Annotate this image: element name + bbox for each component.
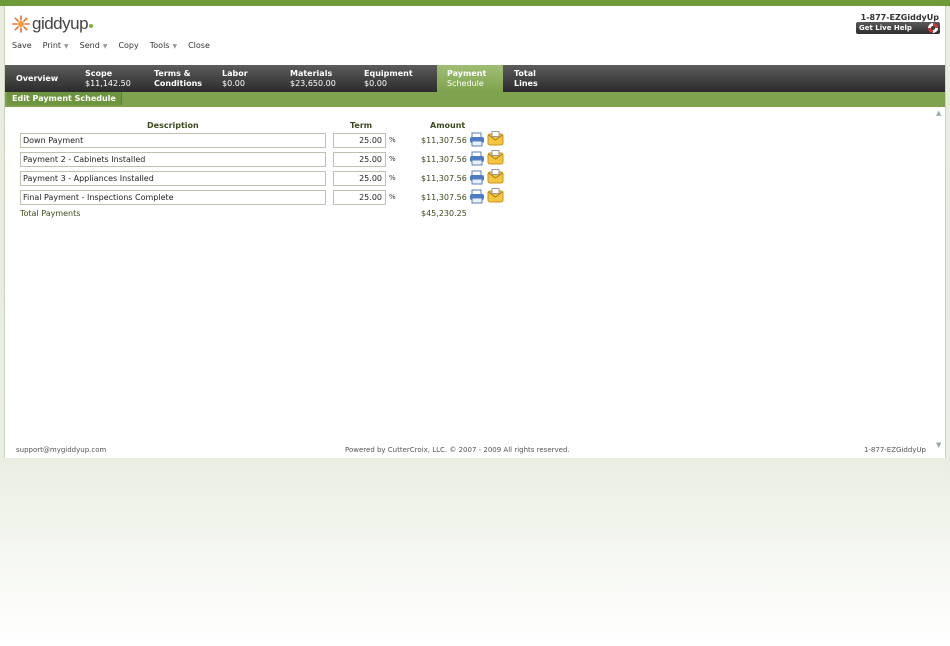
tab-equipment[interactable]: Equipment $0.00	[364, 65, 413, 92]
tab-equipment-value: $0.00	[364, 78, 387, 88]
footer-phone: 1-877-EZGiddyUp	[863, 446, 926, 454]
email-icon[interactable]	[487, 150, 504, 166]
tab-total-label: Total	[514, 69, 536, 78]
tab-materials[interactable]: Materials $23,650.00	[290, 65, 336, 92]
tab-scope[interactable]: Scope $11,142.50	[85, 65, 131, 92]
chevron-down-icon: ▼	[172, 43, 178, 50]
live-help-button[interactable]: Get Live Help	[856, 22, 940, 34]
lifebuoy-icon	[928, 23, 938, 33]
logo-dot	[89, 24, 94, 28]
printer-icon[interactable]	[469, 170, 485, 185]
total-payments-value: $45,230.25	[421, 209, 467, 218]
tab-terms[interactable]: Terms & Conditions	[154, 65, 202, 92]
description-input[interactable]: Final Payment - Inspections Complete	[20, 190, 326, 205]
tab-overview-label: Overview	[16, 74, 59, 83]
menu-send[interactable]: Send ▼	[80, 41, 108, 50]
copyright-text: Powered by CutterCroix, LLC. © 2007 - 20…	[345, 446, 570, 454]
app-window: giddyup 1-877-EZGiddyUp Get Live Help Sa…	[4, 6, 946, 458]
tab-total-lines[interactable]: Total Lines	[514, 65, 538, 92]
toolbar-menu: Save Print ▼ Send ▼ Copy Tools ▼ Close	[12, 41, 221, 50]
tab-payment-label-2: Schedule	[447, 78, 484, 88]
email-icon[interactable]	[487, 131, 504, 147]
tab-equipment-label: Equipment	[364, 69, 413, 78]
percent-label: %	[389, 155, 396, 163]
section-title[interactable]: Edit Payment Schedule	[7, 92, 122, 105]
tab-scope-value: $11,142.50	[85, 78, 131, 88]
logo: giddyup	[12, 11, 94, 37]
menu-copy[interactable]: Copy	[118, 41, 138, 50]
total-payments-label: Total Payments	[20, 209, 81, 218]
printer-icon[interactable]	[469, 189, 485, 204]
menu-save-label: Save	[12, 41, 32, 50]
tab-payment-label: Payment	[447, 69, 487, 78]
tab-labor-label: Labor	[222, 69, 248, 78]
email-icon[interactable]	[487, 169, 504, 185]
tab-labor[interactable]: Labor $0.00	[222, 65, 248, 92]
amount-value: $11,307.56	[421, 174, 467, 183]
menu-print-label: Print	[42, 41, 62, 50]
term-input[interactable]: 25.00	[333, 190, 386, 205]
table-row: Final Payment - Inspections Complete 25.…	[5, 188, 525, 205]
support-email-link[interactable]: support@mygiddyup.com	[16, 446, 106, 454]
header-phone: 1-877-EZGiddyUp	[860, 13, 939, 22]
term-input[interactable]: 25.00	[333, 133, 386, 148]
logo-wordmark: giddyup	[32, 14, 89, 33]
description-input[interactable]: Down Payment	[20, 133, 326, 148]
col-header-description: Description	[147, 121, 199, 130]
tab-materials-value: $23,650.00	[290, 78, 336, 88]
printer-icon[interactable]	[469, 132, 485, 147]
table-row: Payment 3 - Appliances Installed 25.00 %…	[5, 169, 525, 186]
menu-close-label: Close	[188, 41, 210, 50]
tab-terms-label-2: Conditions	[154, 78, 203, 88]
col-header-term: Term	[350, 121, 373, 130]
tab-payment-schedule[interactable]: Payment Schedule	[437, 65, 503, 92]
scroll-up-icon[interactable]: ▲	[936, 109, 941, 117]
menu-save[interactable]: Save	[12, 41, 32, 50]
email-icon[interactable]	[487, 188, 504, 204]
amount-value: $11,307.56	[421, 155, 467, 164]
menu-tools-label: Tools	[149, 41, 170, 50]
table-row: Down Payment 25.00 % $11,307.56	[5, 131, 525, 148]
tab-materials-label: Materials	[290, 69, 333, 78]
col-header-amount: Amount	[430, 121, 466, 130]
amount-value: $11,307.56	[421, 193, 467, 202]
menu-copy-label: Copy	[118, 41, 139, 50]
chevron-down-icon: ▼	[64, 43, 69, 50]
description-input[interactable]: Payment 2 - Cabinets Installed	[20, 152, 326, 167]
tab-bar: Overview Scope $11,142.50 Terms & Conditio…	[5, 65, 945, 92]
percent-label: %	[389, 193, 396, 201]
tab-total-label-2: Lines	[514, 78, 538, 88]
menu-close[interactable]: Close	[188, 41, 210, 50]
scrollbar[interactable]: ▲ ▼	[933, 107, 945, 451]
menu-send-label: Send	[79, 41, 100, 50]
chevron-down-icon: ▼	[102, 43, 108, 50]
tab-scope-label: Scope	[85, 69, 113, 78]
sun-logo-icon	[12, 15, 30, 33]
tab-labor-value: $0.00	[222, 78, 245, 88]
section-bar: Edit Payment Schedule	[5, 92, 945, 107]
menu-tools[interactable]: Tools ▼	[150, 41, 177, 50]
term-input[interactable]: 25.00	[333, 171, 386, 186]
live-help-label: Get Live Help	[859, 24, 912, 32]
percent-label: %	[389, 174, 396, 182]
printer-icon[interactable]	[469, 151, 485, 166]
percent-label: %	[389, 136, 396, 144]
footer: support@mygiddyup.com Powered by CutterC…	[5, 446, 945, 458]
menu-print[interactable]: Print ▼	[43, 41, 69, 50]
tab-terms-label: Terms &	[154, 69, 191, 78]
description-input[interactable]: Payment 3 - Appliances Installed	[20, 171, 326, 186]
tab-overview[interactable]: Overview	[16, 65, 58, 92]
table-row: Payment 2 - Cabinets Installed 25.00 % $…	[5, 150, 525, 167]
amount-value: $11,307.56	[421, 136, 467, 145]
term-input[interactable]: 25.00	[333, 152, 386, 167]
